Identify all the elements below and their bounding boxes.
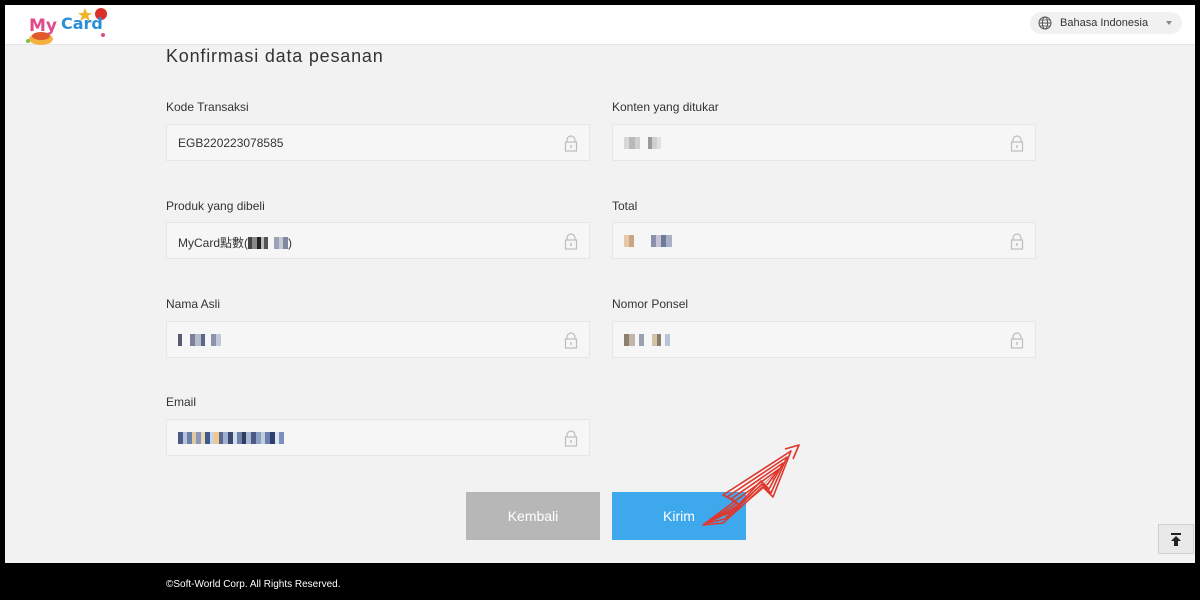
produk-field: MyCard點數( ): [166, 222, 590, 259]
redacted-value: [624, 334, 670, 346]
label-produk: Produk yang dibeli: [166, 199, 265, 213]
lock-icon: [564, 233, 578, 250]
produk-value: MyCard點數( ): [178, 234, 292, 251]
redacted-value: [624, 235, 672, 247]
lock-icon: [564, 332, 578, 349]
kode-transaksi-value: EGB220223078585: [178, 136, 284, 150]
annotation-arrow-icon: [702, 444, 800, 526]
page-frame: My Card Bahasa Indonesia Konfirmasi data…: [5, 5, 1195, 563]
back-to-top-button[interactable]: [1158, 524, 1194, 554]
language-selector[interactable]: Bahasa Indonesia: [1030, 12, 1182, 34]
lock-icon: [564, 430, 578, 447]
produk-value-suffix: ): [288, 235, 293, 250]
label-kode-transaksi: Kode Transaksi: [166, 100, 249, 114]
label-konten: Konten yang ditukar: [612, 100, 719, 114]
ponsel-field: [612, 321, 1036, 358]
page-title: Konfirmasi data pesanan: [166, 46, 384, 66]
lock-icon: [1010, 135, 1024, 152]
mycard-logo[interactable]: My Card: [23, 5, 113, 47]
redacted-value: [248, 236, 289, 249]
kode-transaksi-field: EGB220223078585: [166, 124, 590, 161]
nama-field: [166, 321, 590, 358]
produk-value-prefix: MyCard點數(: [178, 236, 249, 250]
lock-icon: [1010, 233, 1024, 250]
redacted-value: [178, 432, 284, 444]
lock-icon: [1010, 332, 1024, 349]
language-label: Bahasa Indonesia: [1060, 17, 1149, 29]
svg-text:My: My: [29, 16, 57, 36]
svg-text:Card: Card: [61, 14, 103, 33]
label-email: Email: [166, 395, 197, 409]
arrow-up-to-top-icon: [1171, 533, 1181, 546]
email-field: [166, 419, 590, 456]
konten-field: [612, 124, 1036, 161]
redacted-value: [178, 334, 221, 346]
redacted-value: [624, 137, 661, 149]
copyright-text: ©Soft-World Corp. All Rights Reserved.: [166, 579, 341, 590]
total-field: [612, 222, 1036, 259]
back-button[interactable]: Kembali: [466, 492, 600, 540]
label-total: Total: [612, 199, 638, 213]
label-nama: Nama Asli: [166, 297, 221, 311]
header: My Card Bahasa Indonesia: [5, 5, 1195, 45]
chevron-down-icon: [1166, 21, 1172, 25]
lock-icon: [564, 135, 578, 152]
globe-icon: [1038, 16, 1052, 30]
footer: ©Soft-World Corp. All Rights Reserved.: [0, 563, 1200, 600]
label-ponsel: Nomor Ponsel: [612, 297, 689, 311]
